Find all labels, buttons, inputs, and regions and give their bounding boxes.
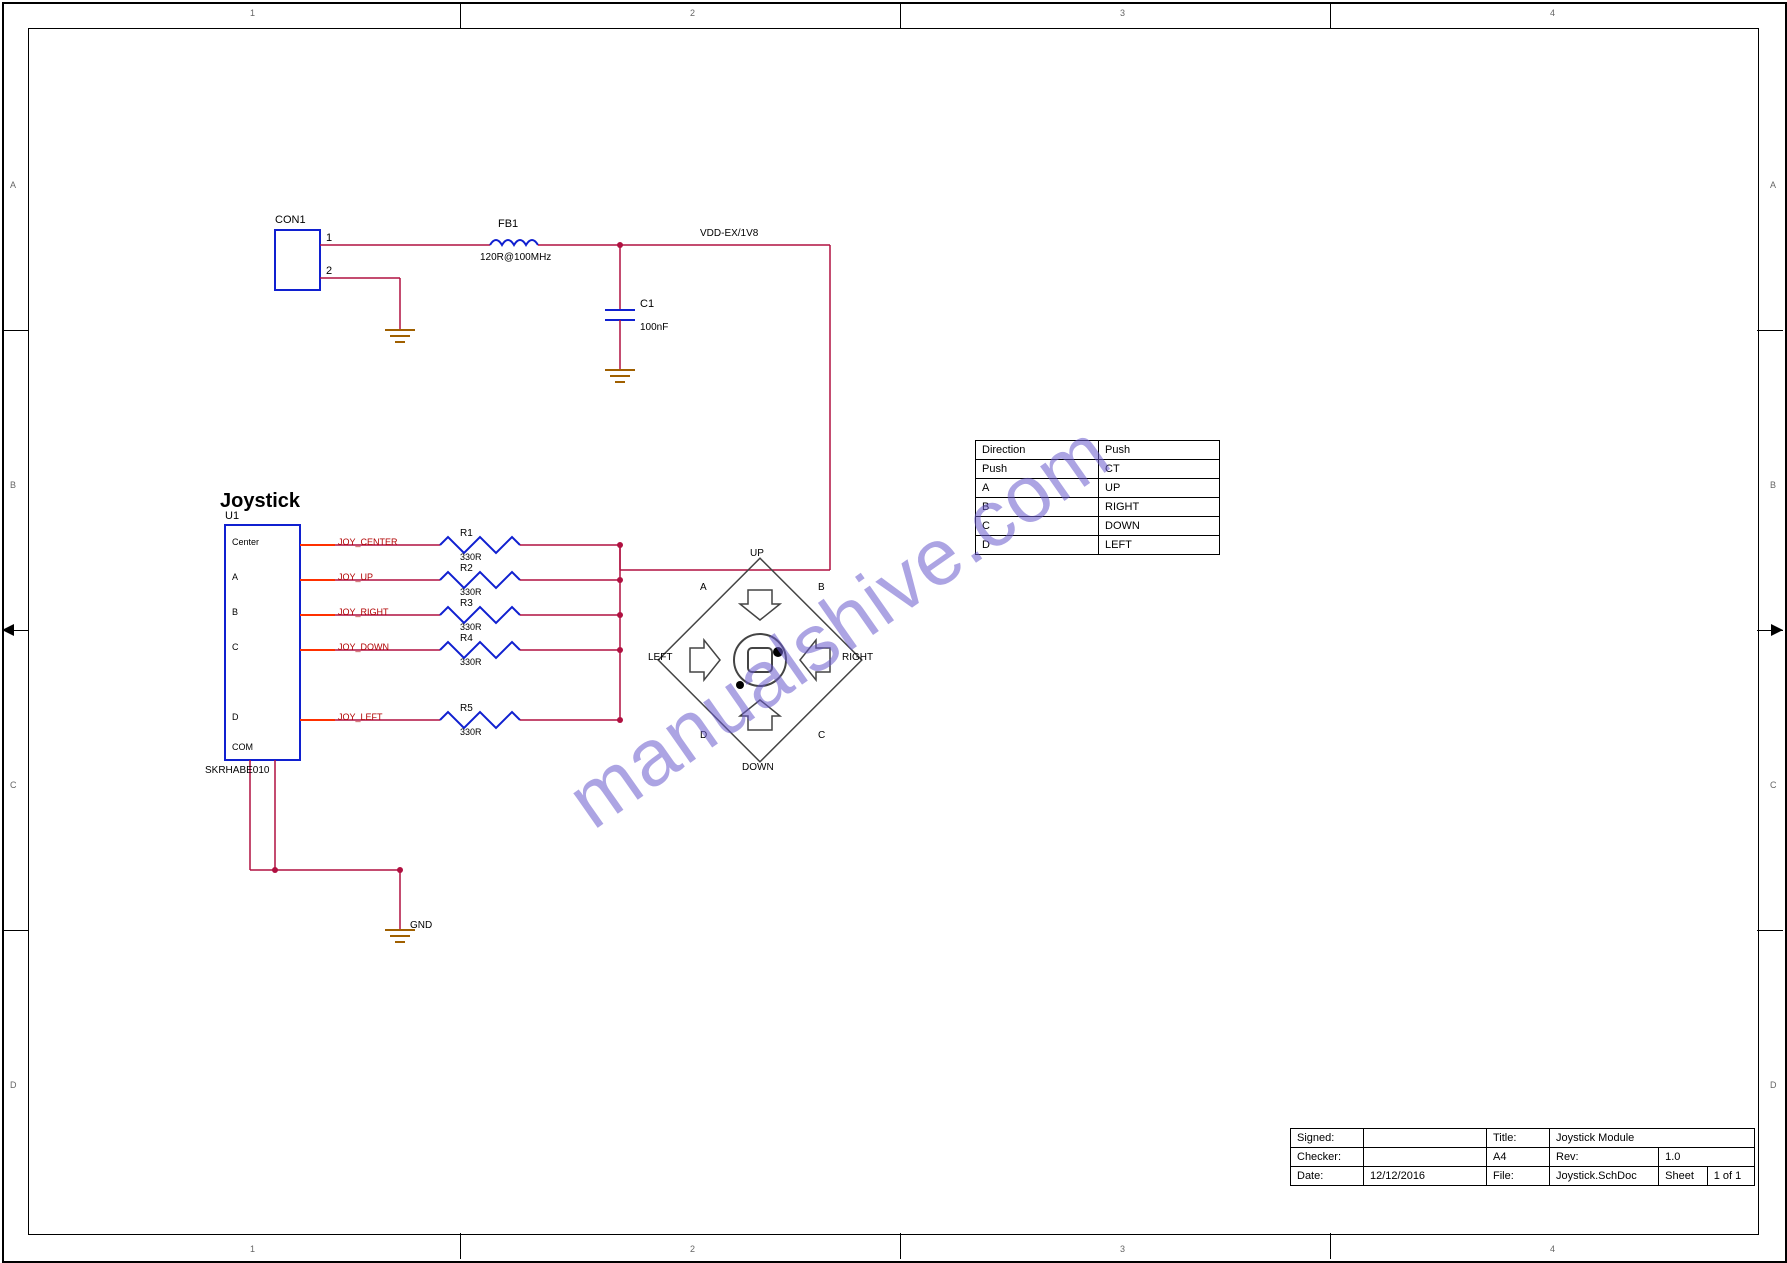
td: DOWN [1099,517,1220,536]
r4-val: 330R [460,657,482,667]
table-row: CDOWN [976,517,1220,536]
table-row: AUP [976,479,1220,498]
r2-val: 330R [460,587,482,597]
r5-val: 330R [460,727,482,737]
schematic-sheet: 1 2 3 4 1 2 3 4 A B C D A B C D [0,0,1787,1263]
td: UP [1099,479,1220,498]
schematic-canvas [0,0,1787,1263]
conn-ref: CON1 [275,214,306,226]
tb-signed: Signed: [1291,1129,1364,1148]
resistor-icon [440,642,520,658]
ori-right: RIGHT [842,652,873,663]
tb-size: A4 [1487,1148,1550,1167]
table-row: BRIGHT [976,498,1220,517]
td: RIGHT [1099,498,1220,517]
ori-down: DOWN [742,762,774,773]
r2-ref: R2 [460,563,473,574]
resistor-icon [440,537,520,553]
tb-checked: Checker: [1291,1148,1364,1167]
tb-sheet: Sheet [1659,1167,1708,1186]
tb-title: Title: [1487,1129,1550,1148]
tb-rev: Rev: [1550,1148,1659,1167]
table-row: DLEFT [976,536,1220,555]
resistor-icon [440,572,520,588]
direction-table: DirectionPush PushCT AUP BRIGHT CDOWN DL… [975,440,1220,555]
title-block: Signed: Title: Joystick Module Checker: … [1290,1128,1755,1186]
junction-icon [272,867,278,873]
th-push: Push [1099,441,1220,460]
fb-val: 120R@100MHz [480,252,551,263]
r3-pname: B [232,607,238,617]
gnd-label: GND [410,920,432,931]
r3-val: 330R [460,622,482,632]
td: B [976,498,1099,517]
conn-pin2: 2 [326,265,332,277]
resistor-icon [440,607,520,623]
connector-body-icon [275,230,320,290]
ori-d: D [700,730,707,741]
table-row: DirectionPush [976,441,1220,460]
tb-checked-v [1364,1148,1487,1167]
r4-net: JOY_DOWN [338,642,389,652]
ic-ref: U1 [225,510,239,522]
r1-ref: R1 [460,528,473,539]
tb-title-v: Joystick Module [1550,1129,1755,1148]
resistor-icon [440,712,520,728]
tb-rev-v: 1.0 [1659,1148,1755,1167]
cap-ref: C1 [640,298,654,310]
r2-net: JOY_UP [338,572,373,582]
th-dir: Direction [976,441,1099,460]
td: C [976,517,1099,536]
tb-of: of [1723,1170,1732,1182]
table-row: PushCT [976,460,1220,479]
r4-pname: C [232,642,239,652]
r5-ref: R5 [460,703,473,714]
fb-ref: FB1 [498,218,518,230]
td: LEFT [1099,536,1220,555]
r3-net: JOY_RIGHT [338,607,389,617]
tb-sheet-v: 1 of 1 [1707,1167,1754,1186]
tb-signed-v [1364,1129,1487,1148]
r1-pname: Center [232,537,259,547]
td: Push [976,460,1099,479]
table-row: Date: 12/12/2016 File: Joystick.SchDoc S… [1291,1167,1755,1186]
tb-page: 1 [1714,1170,1720,1182]
tb-date: Date: [1291,1167,1364,1186]
inductor-icon [490,240,538,245]
r4-ref: R4 [460,633,473,644]
td: CT [1099,460,1220,479]
tb-date-v: 12/12/2016 [1364,1167,1487,1186]
ori-c: C [818,730,825,741]
r1-val: 330R [460,552,482,562]
ori-up: UP [750,548,764,559]
ori-left: LEFT [648,652,672,663]
ic-part: SKRHABE010 [205,765,269,776]
td: A [976,479,1099,498]
ori-b: B [818,582,825,593]
r5-net: JOY_LEFT [338,712,383,722]
com-label: COM [232,742,253,752]
r3-ref: R3 [460,598,473,609]
tb-file-v: Joystick.SchDoc [1550,1167,1659,1186]
r1-net: JOY_CENTER [338,537,398,547]
joystick-diagram-icon [658,558,862,762]
ori-a: A [700,582,707,593]
td: D [976,536,1099,555]
conn-pin1: 1 [326,232,332,244]
tb-pages: 1 [1735,1170,1741,1182]
tb-file: File: [1487,1167,1550,1186]
table-row: Signed: Title: Joystick Module [1291,1129,1755,1148]
cap-val: 100nF [640,322,668,333]
table-row: Checker: A4 Rev: 1.0 [1291,1148,1755,1167]
r2-pname: A [232,572,238,582]
r5-pname: D [232,712,239,722]
net-vdd: VDD-EX/1V8 [700,228,758,239]
